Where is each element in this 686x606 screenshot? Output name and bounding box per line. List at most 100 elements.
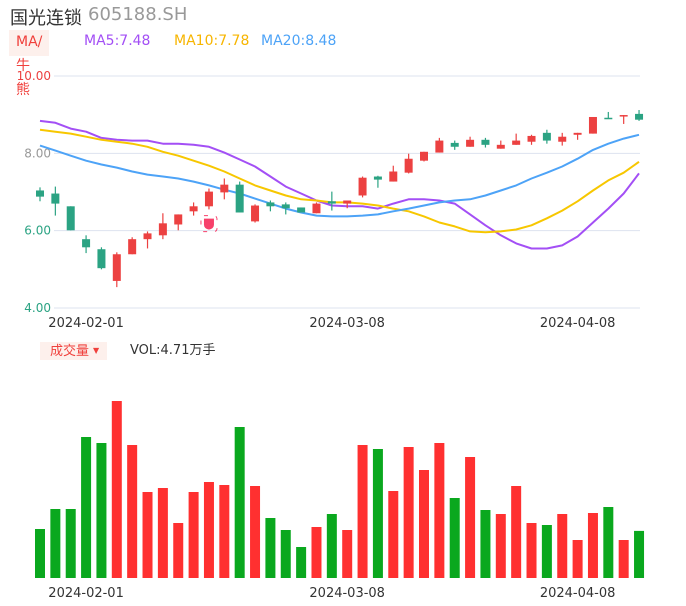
volume-bar (111, 401, 122, 578)
volume-bar (587, 513, 598, 578)
volume-bar (495, 514, 506, 578)
volume-bar (157, 488, 168, 578)
volume-bar (142, 492, 153, 578)
candlestick (435, 137, 444, 153)
x-tick-label: 2024-04-08 (540, 586, 616, 601)
candle-body (327, 201, 336, 204)
candle-body (220, 184, 229, 193)
candlestick (420, 151, 428, 162)
volume-bar (188, 492, 199, 578)
candle-body (527, 135, 536, 142)
candle-body (36, 190, 44, 197)
candlestick (158, 213, 167, 240)
candlestick (189, 202, 198, 216)
volume-bar (250, 486, 261, 578)
candlestick (496, 140, 505, 149)
candlestick (297, 207, 306, 213)
candlestick (128, 237, 137, 255)
candle-body (343, 200, 352, 204)
volume-bar (311, 527, 322, 578)
candle-body (266, 202, 275, 207)
candle-body (128, 239, 137, 255)
volume-bar (480, 510, 491, 578)
volume-bar (557, 514, 568, 578)
candle-body (66, 206, 75, 231)
candlestick (66, 206, 75, 231)
stock-chart-widget: 国光连锁 605188.SH MA/牛熊 MA5:7.48 MA10:7.78 … (0, 0, 686, 606)
candlestick (389, 165, 398, 182)
candle-body (496, 144, 505, 149)
volume-value: VOL:4.71万手 (130, 343, 216, 358)
marker-shield (203, 218, 214, 230)
candle-body (158, 223, 167, 236)
candlestick (619, 115, 628, 124)
candlestick (573, 132, 582, 140)
candlestick (220, 178, 229, 200)
candlestick (51, 186, 60, 216)
candle-body (481, 139, 490, 145)
volume-bar (35, 529, 45, 578)
volume-bar (296, 547, 307, 578)
volume-bar (618, 540, 629, 578)
candle-body (97, 249, 106, 269)
price-chart[interactable]: 10.008.006.004.002024-02-01 2024-03-08 202… (0, 0, 686, 606)
volume-bar (372, 449, 383, 578)
candlestick (373, 175, 382, 188)
volume-bar (434, 443, 445, 578)
volume-bar (403, 447, 414, 578)
candle-body (420, 151, 428, 161)
candlestick (558, 132, 567, 146)
volume-bar (634, 530, 645, 578)
volume-bar (419, 470, 429, 578)
volume-bar (465, 457, 476, 578)
candle-body (635, 113, 644, 120)
candlestick (97, 247, 106, 270)
candlestick (235, 181, 244, 213)
volume-bar (511, 486, 522, 578)
volume-bar (173, 523, 184, 578)
volume-bar (50, 509, 61, 578)
y-tick-label: 6.00 (24, 224, 51, 238)
candle-body (573, 132, 582, 135)
ma20-line (39, 133, 640, 218)
x-tick-label: 2024-02-01 (48, 316, 124, 331)
volume-bar (541, 525, 552, 578)
candlestick (82, 235, 91, 254)
volume-bar (603, 507, 614, 578)
candle-body (435, 140, 444, 153)
candle-body (619, 115, 628, 117)
bull-bear-marker-icon (200, 215, 218, 233)
candlestick (404, 153, 413, 174)
volume-bar (280, 530, 291, 578)
candle-body (189, 206, 198, 212)
volume-bar (342, 530, 353, 578)
candlestick (635, 110, 644, 121)
candlestick (588, 116, 597, 134)
x-tick-label: 2024-03-08 (309, 586, 385, 601)
volume-bar (388, 491, 399, 578)
candlestick (604, 111, 613, 120)
volume-indicator-selector[interactable]: 成交量 ▼ (40, 342, 108, 360)
volume-bar (203, 482, 214, 578)
candlestick (358, 176, 367, 198)
y-tick-label: 10.00 (17, 69, 51, 83)
candle-body (389, 171, 398, 182)
x-tick-label: 2024-04-08 (540, 316, 616, 331)
candle-body (466, 139, 475, 147)
volume-bar (96, 443, 107, 578)
volume-bar (65, 509, 76, 578)
volume-bar (326, 514, 337, 578)
candle-body (112, 254, 121, 281)
candlestick (143, 231, 152, 249)
caret-down-icon: ▼ (93, 346, 100, 355)
candle-body (235, 184, 244, 213)
candle-body (588, 116, 597, 134)
candle-body (281, 204, 290, 209)
candle-body (558, 136, 567, 142)
candle-body (82, 239, 91, 248)
candlestick (527, 134, 536, 145)
candle-body (204, 191, 213, 207)
candlestick (204, 188, 213, 210)
candle-body (143, 233, 152, 240)
volume-bar (127, 445, 138, 578)
